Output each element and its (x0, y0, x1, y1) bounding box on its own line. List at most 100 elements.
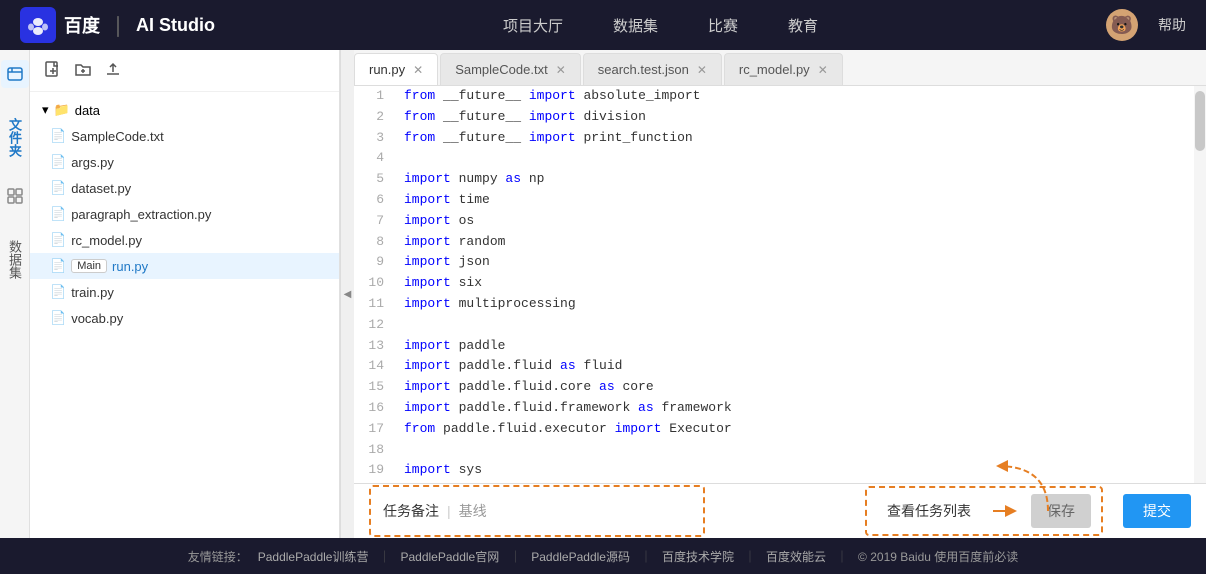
table-row: 9 import json (354, 252, 1206, 273)
file-tree: ▾ 📁 data 📄 SampleCode.txt 📄 args.py 📄 da… (30, 50, 340, 538)
file-args[interactable]: 📄 args.py (30, 149, 339, 175)
footer-link-0[interactable]: PaddlePaddle训练营 (258, 548, 369, 565)
table-row: 15 import paddle.fluid.core as core (354, 377, 1206, 398)
file-rcmodel[interactable]: 📄 rc_model.py (30, 227, 339, 253)
separator: | (447, 503, 451, 519)
arrow-right-icon (991, 501, 1021, 521)
avatar[interactable]: 🐻 (1106, 9, 1138, 41)
code-scroll[interactable]: 1 from __future__ import absolute_import… (354, 86, 1206, 483)
footer: 友情链接： PaddlePaddle训练营 ｜ PaddlePaddle官网 ｜… (0, 538, 1206, 574)
nav-item-projects[interactable]: 项目大厅 (503, 15, 563, 36)
file-icon: 📄 (50, 310, 66, 326)
tab-label: SampleCode.txt (455, 62, 548, 77)
save-button[interactable]: 保存 (1031, 494, 1091, 528)
files-icon[interactable] (1, 60, 29, 88)
table-row: 12 (354, 315, 1206, 336)
footer-link-4[interactable]: 百度效能云 (766, 548, 826, 565)
table-row: 20 if sys.version[0] == '2': (354, 481, 1206, 483)
folder-data[interactable]: ▾ 📁 data (30, 97, 339, 123)
chevron-down-icon: ▾ (42, 102, 49, 118)
logo-divider: ｜ (108, 11, 128, 40)
file-icon: 📄 (50, 154, 66, 170)
table-row: 2 from __future__ import division (354, 107, 1206, 128)
table-row: 17 from paddle.fluid.executor import Exe… (354, 419, 1206, 440)
top-nav: 百度 ｜ AI Studio 项目大厅 数据集 比赛 教育 🐻 帮助 (0, 0, 1206, 50)
tab-samplecode[interactable]: SampleCode.txt ✕ (440, 53, 581, 85)
nav-links: 项目大厅 数据集 比赛 教育 (255, 15, 1066, 36)
sidebar-label-files[interactable]: 文件夹 (0, 103, 29, 172)
table-row: 11 import multiprocessing (354, 294, 1206, 315)
file-icon: 📄 (50, 128, 66, 144)
footer-link-2[interactable]: PaddlePaddle源码 (531, 548, 630, 565)
table-row: 19 import sys (354, 460, 1206, 481)
table-row: 5 import numpy as np (354, 169, 1206, 190)
table-row: 10 import six (354, 273, 1206, 294)
footer-sep: ｜ (744, 548, 756, 565)
file-dataset[interactable]: 📄 dataset.py (30, 175, 339, 201)
tab-close-samplecode[interactable]: ✕ (556, 63, 566, 77)
tab-close-rcmodel[interactable]: ✕ (818, 63, 828, 77)
logo-studio: AI Studio (136, 15, 215, 36)
folder-name: data (75, 103, 100, 118)
tab-search[interactable]: search.test.json ✕ (583, 53, 722, 85)
file-vocab[interactable]: 📄 vocab.py (30, 305, 339, 331)
footer-link-3[interactable]: 百度技术学院 (662, 548, 734, 565)
tab-close-runpy[interactable]: ✕ (413, 63, 423, 77)
table-row: 16 import paddle.fluid.framework as fram… (354, 398, 1206, 419)
file-runpy[interactable]: 📄 Main run.py (30, 253, 339, 279)
task-text-input[interactable] (495, 493, 691, 529)
table-row: 8 import random (354, 232, 1206, 253)
new-folder-btn[interactable] (72, 58, 94, 83)
file-train[interactable]: 📄 train.py (30, 279, 339, 305)
nav-item-datasets[interactable]: 数据集 (613, 15, 658, 36)
file-icon: 📄 (50, 206, 66, 222)
bottom-toolbar: 任务备注 | 基线 查看任务列表 保存 (354, 483, 1206, 538)
new-file-btn[interactable] (42, 58, 64, 83)
collapse-handle[interactable]: ◀ (340, 50, 354, 538)
table-row: 1 from __future__ import absolute_import (354, 86, 1206, 107)
submit-button[interactable]: 提交 (1123, 494, 1191, 528)
table-row: 14 import paddle.fluid as fluid (354, 356, 1206, 377)
file-name-active: run.py (112, 259, 148, 274)
scrollbar-thumb[interactable] (1195, 91, 1205, 151)
nav-item-contest[interactable]: 比赛 (708, 15, 738, 36)
footer-sep: ｜ (836, 548, 848, 565)
tab-runpy[interactable]: run.py ✕ (354, 53, 438, 85)
footer-link-1[interactable]: PaddlePaddle官网 (400, 548, 499, 565)
baidu-icon (20, 7, 56, 43)
sidebar-labels: 文件夹 数据集 (0, 50, 30, 538)
code-table: 1 from __future__ import absolute_import… (354, 86, 1206, 483)
table-row: 13 import paddle (354, 336, 1206, 357)
tab-label: run.py (369, 62, 405, 77)
file-name: paragraph_extraction.py (71, 207, 211, 222)
tabs-bar: run.py ✕ SampleCode.txt ✕ search.test.js… (354, 50, 1206, 86)
file-items: ▾ 📁 data 📄 SampleCode.txt 📄 args.py 📄 da… (30, 92, 339, 538)
tab-label: rc_model.py (739, 62, 810, 77)
nav-item-education[interactable]: 教育 (788, 15, 818, 36)
file-icon: 📄 (50, 284, 66, 300)
file-name: train.py (71, 285, 114, 300)
upload-btn[interactable] (102, 58, 124, 83)
baseline-label: 基线 (459, 501, 487, 521)
footer-sep: ｜ (640, 548, 652, 565)
file-paragraph[interactable]: 📄 paragraph_extraction.py (30, 201, 339, 227)
main-area: 文件夹 数据集 (0, 50, 1206, 538)
folder-icon: 📁 (54, 102, 70, 118)
file-tree-actions (42, 58, 124, 83)
view-tasks-btn[interactable]: 查看任务列表 (877, 496, 981, 526)
footer-sep: ｜ (509, 548, 521, 565)
grid-icon[interactable] (1, 182, 29, 210)
tab-label: search.test.json (598, 62, 689, 77)
sidebar-label-datasets[interactable]: 数据集 (0, 225, 29, 294)
right-actions: 查看任务列表 保存 (865, 486, 1103, 536)
footer-copyright: © 2019 Baidu 使用百度前必读 (858, 548, 1018, 565)
file-samplecode[interactable]: 📄 SampleCode.txt (30, 123, 339, 149)
code-container: 1 from __future__ import absolute_import… (354, 86, 1206, 483)
editor-area: run.py ✕ SampleCode.txt ✕ search.test.js… (354, 50, 1206, 538)
table-row: 6 import time (354, 190, 1206, 211)
tab-rcmodel[interactable]: rc_model.py ✕ (724, 53, 843, 85)
main-badge: Main (71, 259, 107, 273)
help-link[interactable]: 帮助 (1158, 15, 1186, 35)
table-row: 3 from __future__ import print_function (354, 128, 1206, 149)
tab-close-search[interactable]: ✕ (697, 63, 707, 77)
